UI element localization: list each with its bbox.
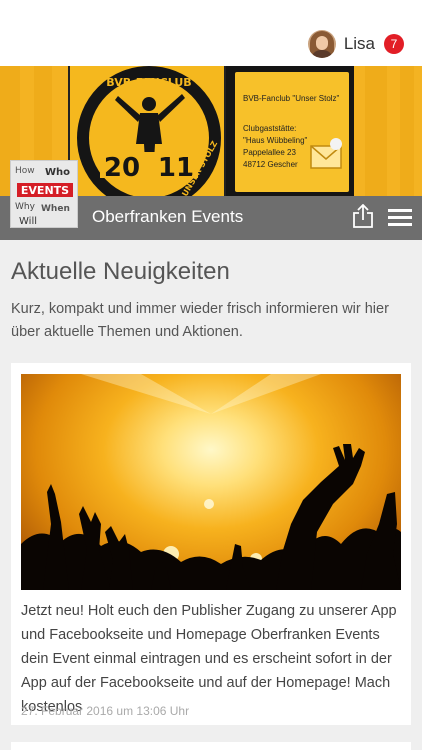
post-date: 27. Februar 2016 um 13:06 Uhr (21, 704, 190, 718)
info-line-4: Pappelallee 23 (243, 148, 296, 157)
news-card[interactable]: Jetzt neu! Holt euch den Publisher Zugan… (11, 363, 411, 725)
top-bar: Lisa 7 (0, 0, 422, 66)
intro-text: Kurz, kompakt und immer wieder frisch in… (11, 301, 389, 340)
info-line-2: Clubgaststätte: (243, 124, 297, 133)
info-line-1: BVB-Fanclub "Unser Stolz" (243, 94, 340, 103)
thumb-word-3: Why (15, 202, 36, 212)
logo-text-top: BVB-FANCLUB (106, 76, 191, 89)
logo-year-left: 20 (104, 153, 140, 183)
avatar[interactable] (307, 30, 336, 58)
envelope-icon (310, 138, 342, 169)
notification-badge[interactable]: 7 (384, 34, 404, 54)
thumb-word-4: When (41, 204, 70, 214)
user-name[interactable]: Lisa (344, 34, 375, 54)
thumb-word-5: Will (19, 216, 37, 227)
next-news-card[interactable] (11, 742, 411, 750)
menu-button[interactable] (388, 209, 412, 227)
concert-crowd-photo (21, 374, 401, 590)
page-title: Oberfranken Events (92, 207, 244, 226)
post-text: Jetzt neu! Holt euch den Publisher Zugan… (21, 603, 397, 715)
info-line-5: 48712 Gescher (243, 160, 298, 169)
share-button[interactable] (352, 203, 374, 228)
thumb-word-2: Who (45, 167, 70, 178)
fanclub-logo: BVB-FANCLUB 20 11 UNSER STOLZ (68, 66, 226, 196)
thumb-word-1: How (15, 166, 35, 176)
thumb-label: EVENTS (21, 184, 69, 197)
section-heading: Aktuelle Neuigkeiten (11, 258, 230, 285)
share-icon (353, 203, 373, 228)
events-thumbnail[interactable]: How Who EVENTS Why When Will (10, 160, 78, 228)
hamburger-menu-icon (388, 209, 412, 212)
club-info-card: BVB-Fanclub "Unser Stolz" Clubgaststätte… (235, 72, 349, 192)
info-line-3: "Haus Wübbeling" (243, 136, 308, 145)
user-profile[interactable]: Lisa 7 (307, 30, 404, 58)
